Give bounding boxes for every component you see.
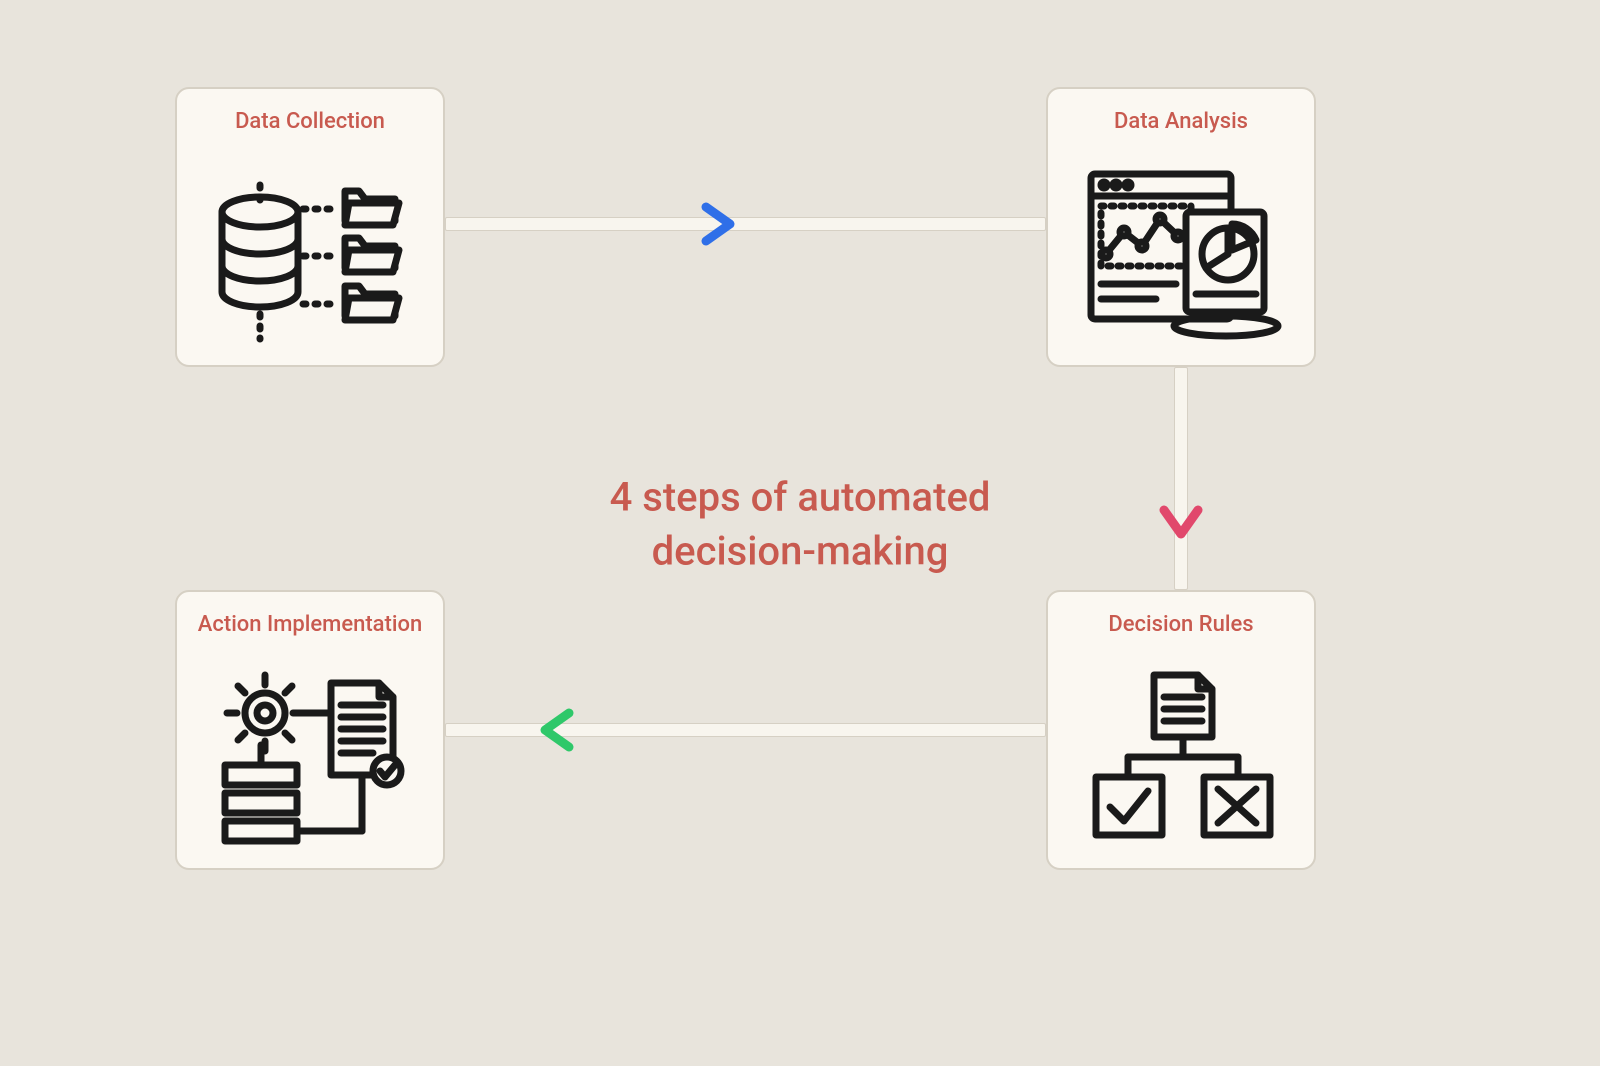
step-label: Action Implementation [198,612,422,637]
step-card-decision-rules: Decision Rules [1046,590,1316,870]
arrow-1-icon [620,195,750,253]
step-card-action-implementation: Action Implementation [175,590,445,870]
arrow-3-icon [525,701,655,759]
step-label: Data Collection [235,109,385,134]
diagram-title: 4 steps of automated decision-making [520,470,1080,578]
action-implementation-icon [205,651,415,868]
step-label: Data Analysis [1114,109,1248,134]
data-analysis-icon [1076,148,1286,365]
title-line-1: 4 steps of automated [610,473,991,520]
step-card-data-analysis: Data Analysis [1046,87,1316,367]
decision-rules-icon [1076,651,1286,868]
step-card-data-collection: Data Collection [175,87,445,367]
data-collection-icon [205,148,415,365]
step-label: Decision Rules [1108,612,1253,637]
title-line-2: decision-making [652,527,949,574]
arrow-2-icon [1152,430,1210,550]
